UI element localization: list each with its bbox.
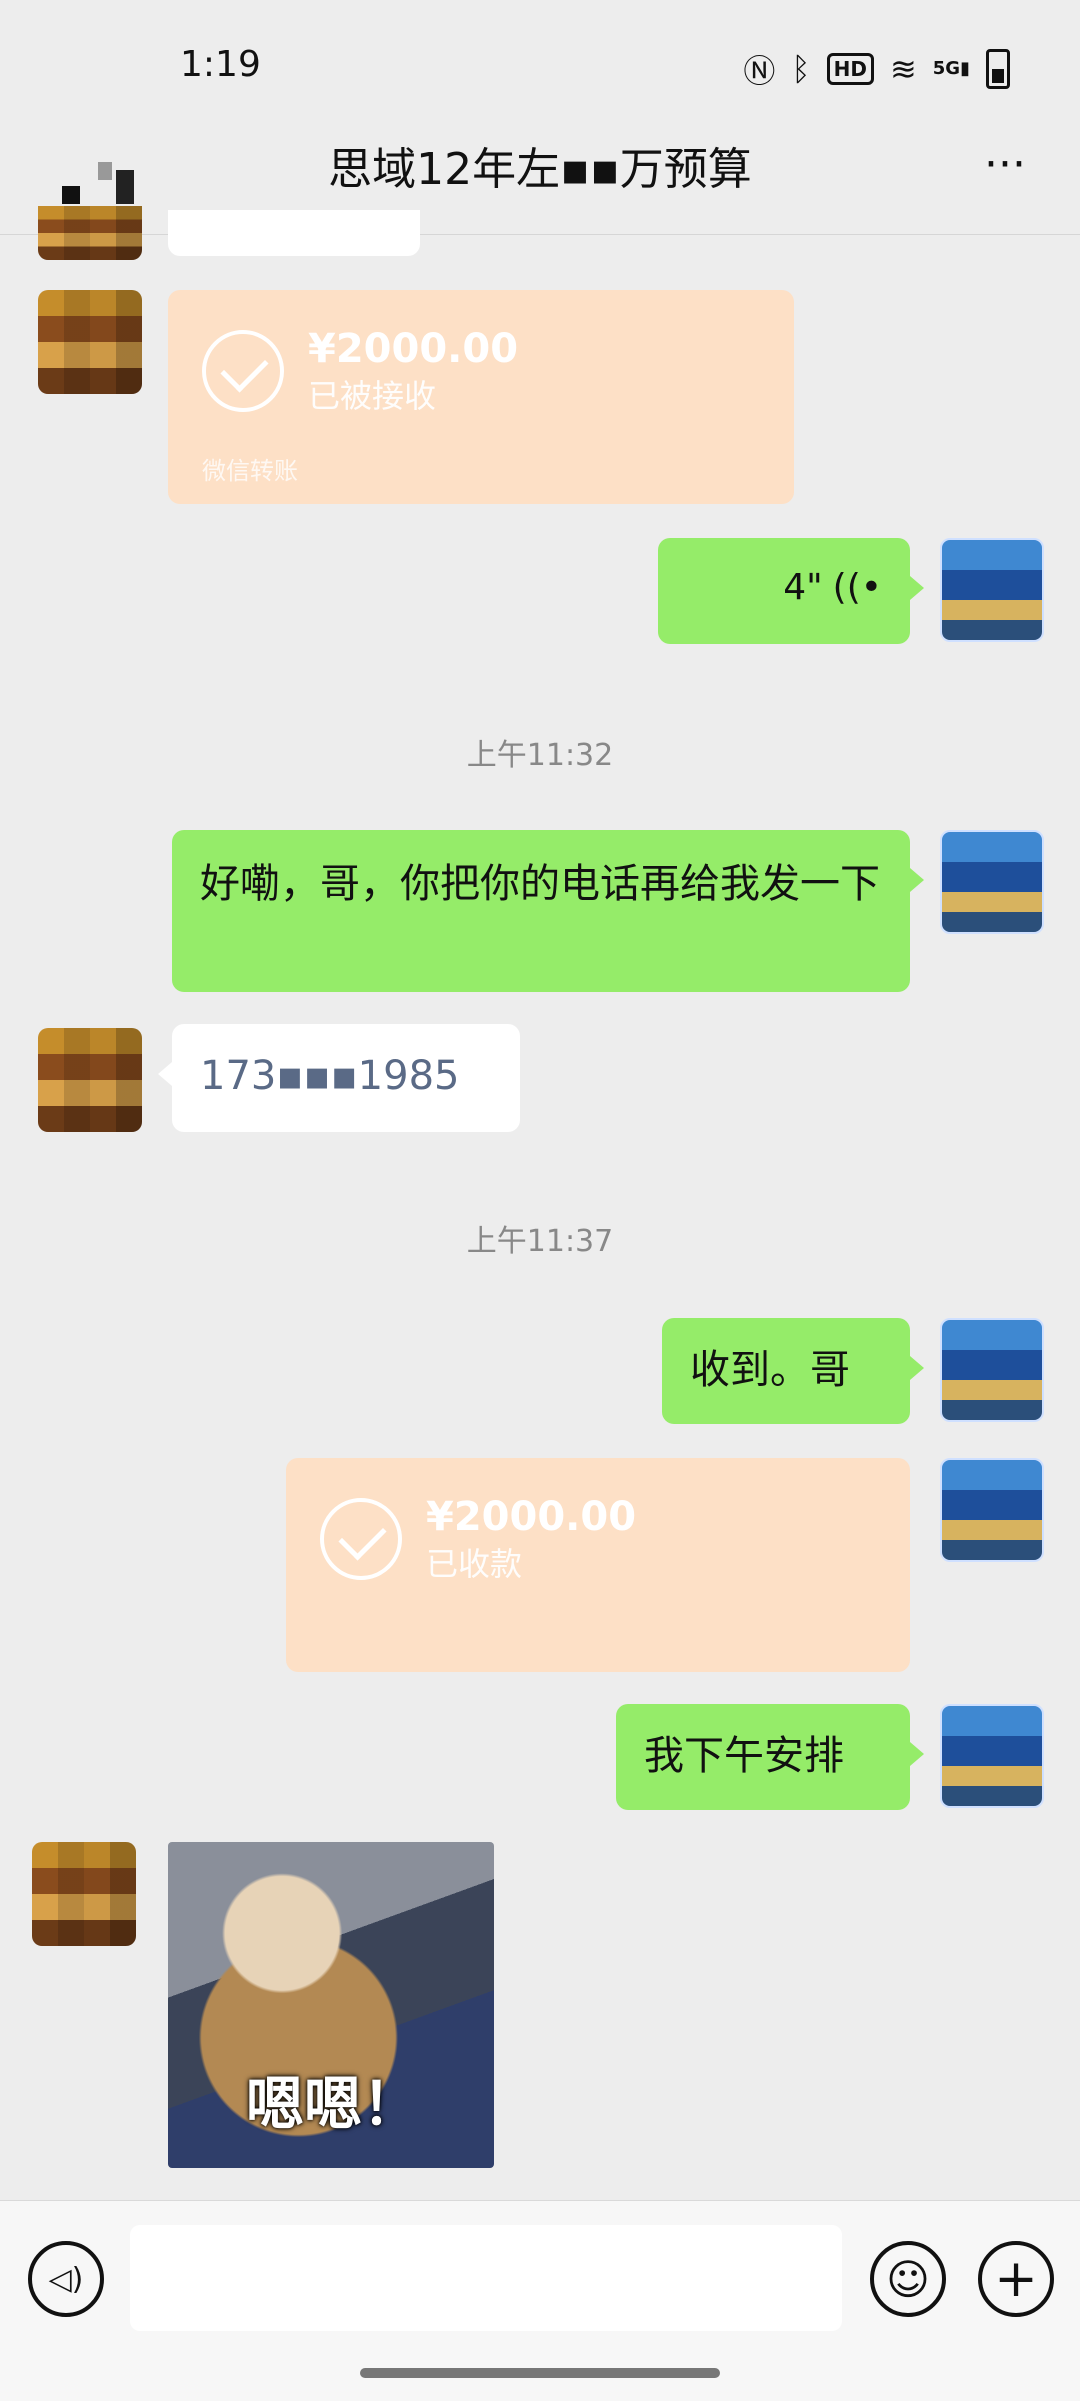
wifi-icon: ≋ <box>889 50 917 88</box>
text-message-bubble[interactable]: 173▪▪▪1985 <box>158 1024 520 1132</box>
voice-message-bubble[interactable]: 4" ((• <box>658 538 924 644</box>
transfer-card-received[interactable]: ¥2000.00 已被接收 微信转账 <box>168 290 794 504</box>
transfer-status: 已被接收 <box>308 377 437 415</box>
home-indicator[interactable] <box>360 2368 720 2378</box>
message-input[interactable] <box>130 2225 842 2331</box>
message-bubble-partial[interactable] <box>168 210 420 256</box>
transfer-card-collected[interactable]: ¥2000.00 已收款 <box>286 1458 910 1672</box>
more-options-icon[interactable]: ··· <box>970 143 1040 190</box>
avatar-self[interactable] <box>940 538 1044 642</box>
sticker-image[interactable]: 嗯嗯！ <box>168 1842 494 2168</box>
bluetooth-icon: ᛒ <box>791 50 811 88</box>
message-text: 收到。哥 <box>690 1347 850 1393</box>
voice-input-button[interactable]: ◁) <box>28 2241 104 2317</box>
text-message-bubble[interactable]: 好嘞，哥，你把你的电话再给我发一下 <box>172 830 924 992</box>
status-icons: Ⓝ ᛒ HD ≋ 5G▮ <box>743 46 1010 92</box>
text-message-bubble[interactable]: 收到。哥 <box>662 1318 924 1424</box>
timestamp: 上午11:37 <box>466 1224 614 1259</box>
check-circle-icon <box>320 1498 402 1580</box>
chat-title: 思域12年左▪▪万预算 <box>328 144 752 195</box>
text-message-bubble[interactable]: 我下午安排 <box>616 1704 924 1810</box>
5g-signal-icon: 5G▮ <box>932 58 970 79</box>
emoji-icon[interactable]: ☺ <box>870 2241 946 2317</box>
message-text: 我下午安排 <box>644 1733 844 1779</box>
transfer-status: 已收款 <box>426 1545 523 1583</box>
timestamp: 上午11:32 <box>466 738 614 773</box>
avatar-self[interactable] <box>940 1458 1044 1562</box>
status-time: 1:19 <box>180 44 261 85</box>
nfc-icon: Ⓝ <box>743 52 776 90</box>
avatar-self[interactable] <box>940 830 1044 934</box>
phone-number-text[interactable]: 173▪▪▪1985 <box>172 1024 520 1130</box>
avatar-other[interactable] <box>38 290 142 394</box>
transfer-footer: 微信转账 <box>202 457 298 485</box>
avatar-other[interactable] <box>38 1028 142 1132</box>
check-circle-icon <box>202 330 284 412</box>
voice-wave-icon: ((• <box>832 567 882 608</box>
more-functions-button[interactable]: + <box>978 2241 1054 2317</box>
battery-icon <box>986 49 1010 89</box>
avatar-self[interactable] <box>940 1704 1044 1808</box>
transfer-amount: ¥2000.00 <box>426 1494 637 1540</box>
sticker-caption: 嗯嗯！ <box>246 2070 421 2138</box>
hd-icon: HD <box>826 53 874 85</box>
voice-duration: 4" <box>783 567 823 608</box>
avatar-other[interactable] <box>38 206 142 260</box>
message-text: 好嘞，哥，你把你的电话再给我发一下 <box>200 861 880 907</box>
avatar-self[interactable] <box>940 1318 1044 1422</box>
avatar-other[interactable] <box>32 1842 136 1946</box>
transfer-amount: ¥2000.00 <box>308 326 519 372</box>
